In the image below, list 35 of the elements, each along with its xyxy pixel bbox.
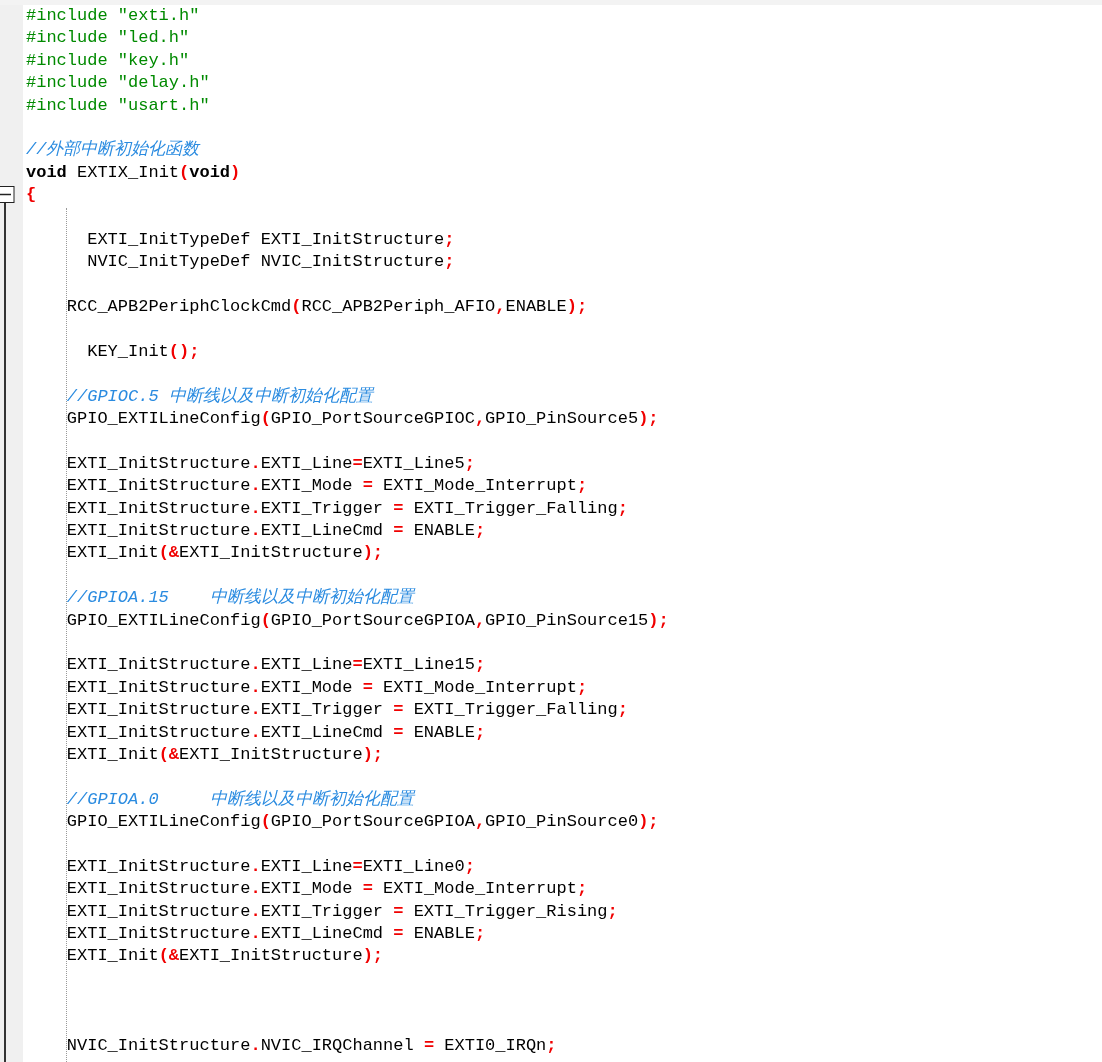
code-line: EXTI_Init(&EXTI_InitStructure); (65, 542, 385, 565)
code-line: //GPIOA.15 中断线以及中断初始化配置 (65, 587, 417, 610)
code-line: EXTI_InitStructure.EXTI_LineCmd = ENABLE; (65, 923, 487, 945)
code-line: KEY_Init(); (86, 340, 201, 363)
code-line: #include "led.h" (26, 27, 191, 50)
code-line: EXTI_InitStructure.EXTI_Mode = EXTI_Mode_Interrupt; (65, 878, 589, 901)
code-line: EXTI_InitStructure.EXTI_Mode = EXTI_Mode_Interrupt; (65, 676, 589, 699)
code-line: //GPIOC.5 中断线以及中断初始化配置 (65, 385, 376, 408)
code-line: EXTI_InitStructure.EXTI_LineCmd = ENABLE; (65, 520, 487, 542)
code-line: EXTI_Init(&EXTI_InitStructure); (65, 743, 385, 766)
code-line: EXTI_Init(&EXTI_InitStructure); (65, 945, 385, 968)
code-line: { (26, 184, 38, 207)
code-line: #include "usart.h" (26, 94, 211, 117)
code-line: GPIO_EXTILineConfig(GPIO_PortSourceGPIOA,GPIO_PinSource0); (65, 811, 660, 834)
code-line: //外部中断初始化函数 (26, 139, 202, 162)
collapse-icon[interactable] (0, 186, 15, 204)
code-line: EXTI_InitTypeDef EXTI_InitStructure; (86, 228, 456, 251)
code-line: EXTI_InitStructure.EXTI_Line=EXTI_Line15; (65, 654, 487, 677)
code-line: GPIO_EXTILineConfig(GPIO_PortSourceGPIOA,GPIO_PinSource15); (65, 609, 670, 632)
code-line: EXTI_InitStructure.EXTI_Line=EXTI_Line5; (65, 452, 476, 475)
code-line: void EXTIX_Init(void) (26, 161, 242, 184)
code-line: RCC_APB2PeriphClockCmd(RCC_APB2Periph_AFIO,ENABLE); (65, 296, 589, 319)
code-line: #include "delay.h" (26, 72, 211, 95)
code-line: EXTI_InitStructure.EXTI_Line=EXTI_Line0; (65, 855, 476, 878)
code-line: EXTI_InitStructure.EXTI_Trigger = EXTI_Trigger_Falling; (65, 699, 629, 722)
code-line: GPIO_EXTILineConfig(GPIO_PortSourceGPIOC,GPIO_PinSource5); (65, 408, 660, 431)
code-line: EXTI_InitStructure.EXTI_Trigger = EXTI_Trigger_Rising; (65, 900, 619, 923)
code-line: EXTI_InitStructure.EXTI_LineCmd = ENABLE; (65, 721, 487, 744)
code-line: //GPIOA.0 中断线以及中断初始化配置 (65, 788, 417, 811)
code-line: #include "exti.h" (26, 5, 201, 27)
code-line: #include "key.h" (26, 49, 191, 72)
code-line: EXTI_InitStructure.EXTI_Trigger = EXTI_Trigger_Falling; (65, 497, 629, 520)
code-line: EXTI_InitStructure.EXTI_Mode = EXTI_Mode_Interrupt; (65, 475, 589, 498)
code-line: NVIC_InitTypeDef NVIC_InitStructure; (86, 251, 456, 274)
code-line: NVIC_InitStructure.NVIC_IRQChannel = EXTI0_IRQn; (65, 1034, 558, 1057)
